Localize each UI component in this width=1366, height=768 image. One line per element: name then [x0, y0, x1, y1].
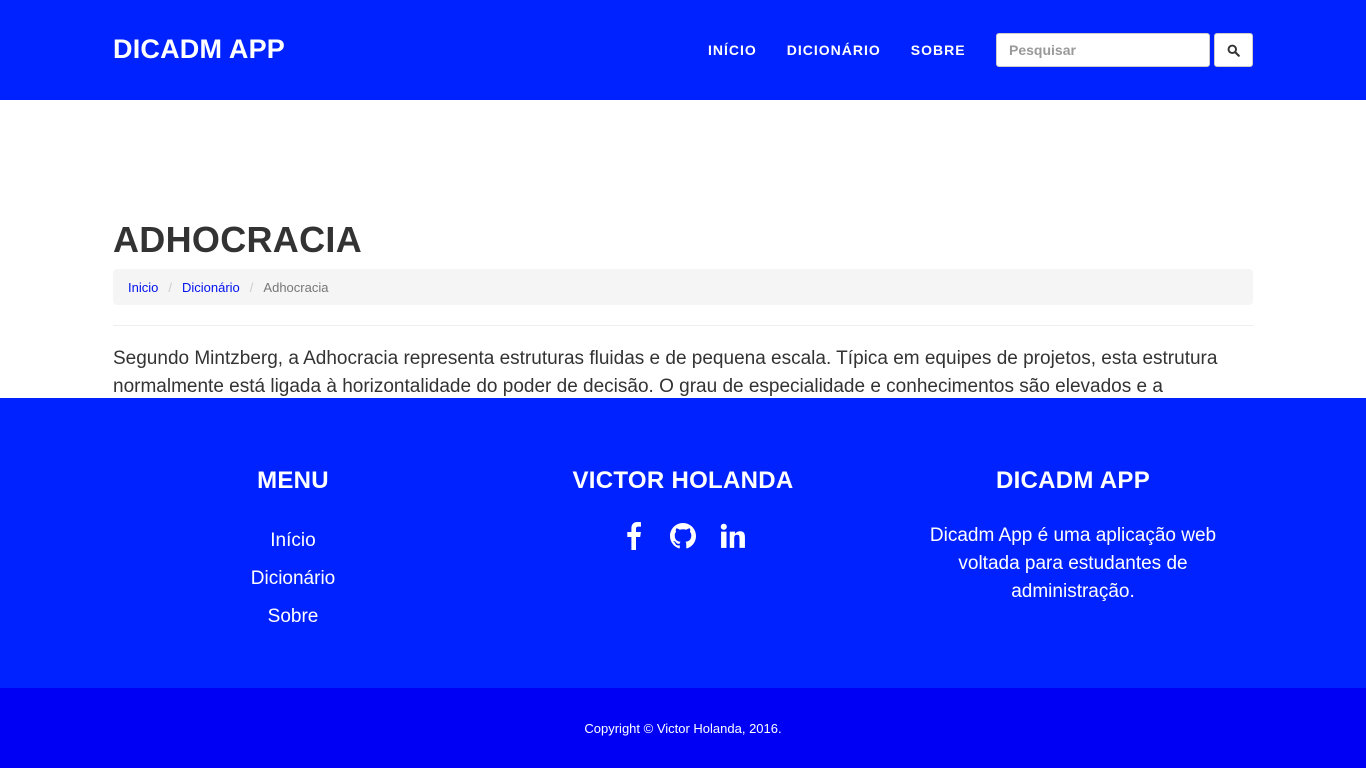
divider: [113, 325, 1253, 326]
search-icon: [1227, 44, 1240, 57]
nav-link-dicionario[interactable]: DICIONÁRIO: [787, 41, 881, 59]
main-content: ADHOCRACIA Inicio / Dicionário / Adhocra…: [0, 100, 1366, 478]
footer-about-heading: DICADM APP: [995, 467, 1151, 494]
nav-link-inicio[interactable]: INÍCIO: [708, 41, 757, 59]
breadcrumb-current: Adhocracia: [263, 279, 329, 295]
footer-about-text: Dicadm App é uma aplicação web voltada p…: [929, 525, 1217, 602]
footer-link-dicionario[interactable]: Dicionário: [113, 560, 473, 598]
footer-link-sobre[interactable]: Sobre: [113, 598, 473, 636]
breadcrumb-separator: /: [168, 279, 172, 295]
nav-menu: INÍCIO DICIONÁRIO SOBRE: [708, 41, 996, 59]
copyright-bar: Copyright © Victor Holanda, 2016.: [0, 688, 1366, 768]
copyright-text: Copyright © Victor Holanda, 2016.: [584, 720, 782, 736]
linkedin-icon[interactable]: [719, 522, 747, 550]
footer-link-inicio[interactable]: Início: [113, 522, 473, 560]
footer-author-heading: VICTOR HOLANDA: [572, 467, 794, 494]
navbar: DICADM APP INÍCIO DICIONÁRIO SOBRE: [0, 0, 1366, 100]
page-title: ADHOCRACIA: [113, 219, 362, 260]
brand-logo[interactable]: DICADM APP: [113, 34, 285, 65]
breadcrumb: Inicio / Dicionário / Adhocracia: [113, 269, 1253, 305]
social-links: [503, 522, 863, 550]
footer: MENU Início Dicionário Sobre VICTOR HOLA…: [0, 398, 1366, 688]
breadcrumb-link-dicionario[interactable]: Dicionário: [182, 280, 240, 295]
search-input[interactable]: [996, 33, 1210, 67]
search-button[interactable]: [1214, 33, 1253, 67]
facebook-icon[interactable]: [619, 522, 647, 550]
footer-about-section: DICADM APP Dicadm App é uma aplicação we…: [893, 466, 1253, 606]
breadcrumb-link-inicio[interactable]: Inicio: [128, 280, 158, 295]
github-icon[interactable]: [669, 522, 697, 550]
footer-menu: Início Dicionário Sobre: [113, 522, 473, 636]
footer-menu-heading: MENU: [257, 467, 329, 494]
nav-link-sobre[interactable]: SOBRE: [911, 41, 966, 59]
footer-author-section: VICTOR HOLANDA: [503, 466, 863, 550]
footer-menu-section: MENU Início Dicionário Sobre: [113, 466, 473, 636]
breadcrumb-separator: /: [249, 279, 254, 295]
